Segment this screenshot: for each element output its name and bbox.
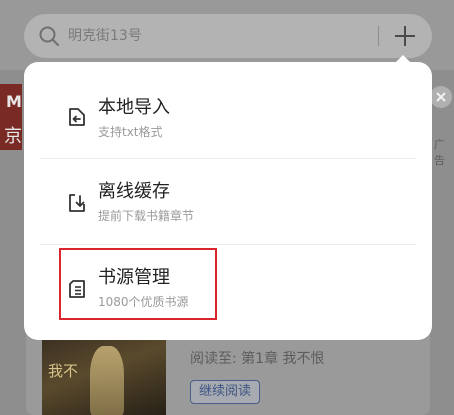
plus-icon[interactable] <box>392 23 418 49</box>
search-icon <box>39 26 59 46</box>
search-placeholder: 明克街13号 <box>68 28 142 44</box>
ad-label: 广告 <box>434 138 445 167</box>
book-cover[interactable]: 我不 <box>42 336 166 415</box>
search-divider <box>378 26 379 46</box>
ad-logo-glyph: M <box>6 92 22 111</box>
ad-banner[interactable]: M 京 <box>0 84 22 150</box>
cover-figure <box>90 346 124 415</box>
continue-reading-button[interactable]: 继续阅读 <box>190 380 261 404</box>
download-icon <box>69 194 85 212</box>
menu-item-subtitle: 支持txt格式 <box>98 125 163 139</box>
search-bar[interactable]: 明克街13号 <box>24 14 432 58</box>
app-header: 明克街13号 <box>0 0 454 70</box>
menu-item-local-import[interactable]: 本地导入 支持txt格式 <box>24 72 432 158</box>
menu-item-offline-cache[interactable]: 离线缓存 提前下载书籍章节 <box>24 158 432 244</box>
menu-item-subtitle: 提前下载书籍章节 <box>98 209 195 223</box>
close-ad-icon[interactable] <box>430 86 452 108</box>
menu-item-title: 离线缓存 <box>98 181 170 202</box>
reading-progress: 阅读至: 第1章 我不恨 <box>190 351 325 367</box>
menu-item-title: 本地导入 <box>98 97 170 118</box>
highlight-annotation <box>59 248 217 320</box>
cover-title: 我不 <box>48 362 79 380</box>
import-icon <box>69 108 85 126</box>
close-icon <box>436 92 446 102</box>
ad-text-glyph: 京 <box>4 126 22 147</box>
